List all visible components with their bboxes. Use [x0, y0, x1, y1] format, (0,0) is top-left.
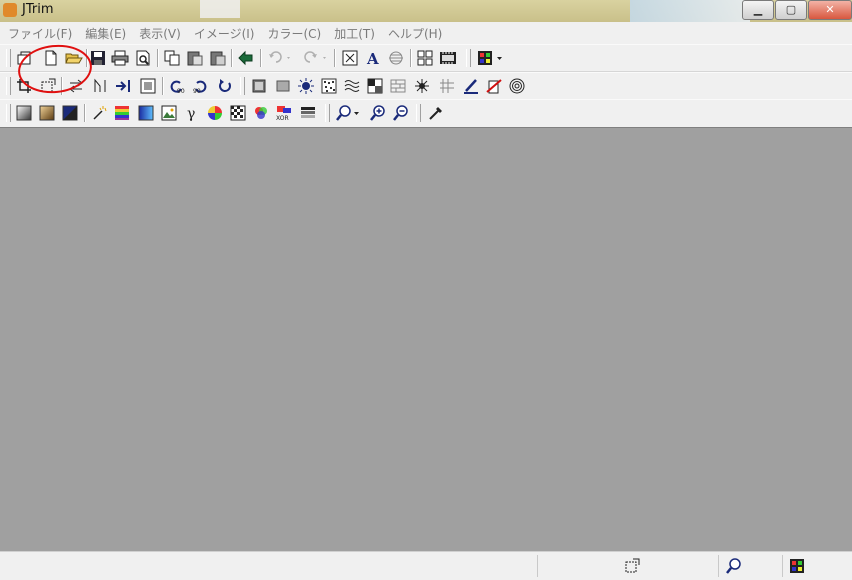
undo-icon[interactable]: [266, 48, 294, 68]
blur-icon[interactable]: [296, 76, 316, 96]
svg-text:90: 90: [177, 88, 185, 94]
mirror-icon[interactable]: [90, 76, 110, 96]
align-center-icon[interactable]: [386, 48, 406, 68]
color-grid-icon: [787, 556, 807, 576]
app-icon: [3, 3, 17, 17]
gradient-light-icon[interactable]: [14, 103, 34, 123]
zoom-out-icon[interactable]: [390, 103, 410, 123]
arrow-right-icon[interactable]: [114, 76, 134, 96]
spark-icon[interactable]: [412, 76, 432, 96]
brush-icon[interactable]: [461, 76, 481, 96]
toolbar-grip[interactable]: [416, 104, 421, 122]
sepia-icon[interactable]: [37, 103, 57, 123]
tile-icon[interactable]: [437, 76, 457, 96]
eyedropper-icon[interactable]: [426, 103, 446, 123]
darken-icon[interactable]: [60, 103, 80, 123]
background-window-fragment: [630, 0, 750, 22]
edit-toolbar: 90 90: [0, 72, 852, 100]
rotate-right-90-icon[interactable]: 90: [191, 76, 211, 96]
title-bar: JTrim ▁ ▢ ✕: [0, 0, 852, 22]
toolbar-separator: [162, 77, 164, 95]
menu-bar: ファイル(F) 編集(E) 表示(V) イメージ(I) カラー(C) 加工(T)…: [0, 22, 852, 43]
color-wheel-icon[interactable]: [205, 103, 225, 123]
toolbar-grip[interactable]: [6, 77, 11, 95]
menu-view[interactable]: 表示(V): [131, 22, 186, 43]
toolbar-separator: [334, 49, 336, 67]
frame-icon[interactable]: [138, 76, 158, 96]
svg-text:A: A: [366, 50, 379, 66]
color-grid-dropdown-icon[interactable]: [476, 48, 506, 68]
svg-text:γ: γ: [187, 106, 195, 121]
spiral-icon[interactable]: [507, 76, 527, 96]
paste-icon[interactable]: [185, 48, 205, 68]
menu-edit[interactable]: 編集(E): [77, 22, 131, 43]
fit-window-icon[interactable]: [340, 48, 360, 68]
relief-icon[interactable]: [273, 76, 293, 96]
status-panel: [537, 555, 618, 577]
picture-icon[interactable]: [159, 103, 179, 123]
svg-text:XOR: XOR: [276, 115, 289, 121]
close-button[interactable]: ✕: [808, 0, 852, 20]
maximize-button[interactable]: ▢: [775, 0, 807, 20]
toolbar-grip[interactable]: [466, 49, 471, 67]
copy-icon[interactable]: [162, 48, 182, 68]
zoom-dropdown-icon[interactable]: [334, 103, 362, 123]
toolbar-separator: [410, 49, 412, 67]
xor-icon[interactable]: XOR: [274, 103, 296, 123]
background-window-fragment: [200, 0, 240, 18]
toolbar-separator: [157, 49, 159, 67]
menu-process[interactable]: 加工(T): [326, 22, 380, 43]
checker-icon[interactable]: [228, 103, 248, 123]
gamma-icon[interactable]: γ: [182, 103, 202, 123]
wave-icon[interactable]: [342, 76, 362, 96]
menu-help[interactable]: ヘルプ(H): [380, 22, 447, 43]
image-workspace[interactable]: [0, 127, 852, 552]
zoom-in-icon[interactable]: [367, 103, 387, 123]
clipboard-flow-icon[interactable]: [236, 48, 256, 68]
minimize-button[interactable]: ▁: [742, 0, 774, 20]
filmstrip-icon[interactable]: [438, 48, 458, 68]
rotate-left-90-icon[interactable]: 90: [167, 76, 187, 96]
rgb-icon[interactable]: [251, 103, 271, 123]
toolbar-separator: [84, 104, 86, 122]
noise-icon[interactable]: [319, 76, 339, 96]
grayscale-icon[interactable]: [298, 103, 318, 123]
magic-wand-icon[interactable]: [89, 103, 109, 123]
window-title: JTrim: [22, 2, 54, 17]
toolbar-grip[interactable]: [6, 104, 11, 122]
menu-color[interactable]: カラー(C): [259, 22, 326, 43]
redo-icon[interactable]: [302, 48, 330, 68]
menu-image[interactable]: イメージ(I): [186, 22, 260, 43]
menu-file[interactable]: ファイル(F): [0, 22, 77, 43]
print-preview-icon[interactable]: [133, 48, 153, 68]
red-x-icon[interactable]: [484, 76, 504, 96]
toolbar-grip[interactable]: [325, 104, 330, 122]
magnifier-icon: [723, 556, 743, 576]
rainbow-icon[interactable]: [112, 103, 132, 123]
status-bar: [0, 551, 852, 580]
mosaic-icon[interactable]: [365, 76, 385, 96]
toolbar-grip[interactable]: [6, 49, 11, 67]
print-icon[interactable]: [110, 48, 130, 68]
emboss-icon[interactable]: [249, 76, 269, 96]
paste-new-icon[interactable]: [208, 48, 228, 68]
resize-icon: [622, 556, 642, 576]
text-icon[interactable]: A: [363, 48, 383, 68]
main-toolbar: A: [0, 44, 852, 72]
grid-view-icon[interactable]: [415, 48, 435, 68]
svg-text:90: 90: [193, 88, 201, 94]
brick-icon[interactable]: [388, 76, 408, 96]
blue-gradient-icon[interactable]: [136, 103, 156, 123]
toolbar-grip[interactable]: [240, 77, 245, 95]
rotate-free-icon[interactable]: [215, 76, 235, 96]
effects-toolbar: γ XOR: [0, 99, 852, 128]
toolbar-separator: [260, 49, 262, 67]
toolbar-separator: [231, 49, 233, 67]
window-controls: ▁ ▢ ✕: [741, 0, 852, 20]
